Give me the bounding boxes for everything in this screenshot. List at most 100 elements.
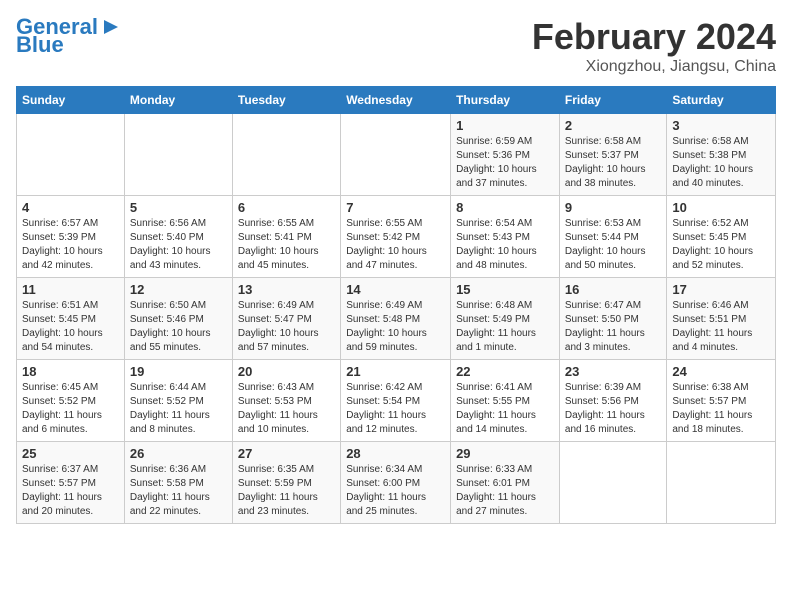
- day-info: Sunrise: 6:55 AM Sunset: 5:42 PM Dayligh…: [346, 217, 445, 273]
- day-info: Sunrise: 6:57 AM Sunset: 5:39 PM Dayligh…: [22, 217, 119, 273]
- weekday-header-wednesday: Wednesday: [341, 87, 451, 114]
- calendar-day-cell: [667, 442, 776, 524]
- calendar-week-row: 18 Sunrise: 6:45 AM Sunset: 5:52 PM Dayli…: [17, 360, 776, 442]
- calendar-day-cell: [232, 114, 340, 196]
- day-info: Sunrise: 6:56 AM Sunset: 5:40 PM Dayligh…: [130, 217, 227, 273]
- calendar-day-cell: 21Sunrise: 6:42 AM Sunset: 5:54 PM Dayli…: [341, 360, 451, 442]
- calendar-month-year: February 2024: [532, 16, 776, 58]
- calendar-day-cell: [559, 442, 666, 524]
- calendar-day-cell: [341, 114, 451, 196]
- day-number: 28: [346, 446, 445, 461]
- calendar-day-cell: 19Sunrise: 6:44 AM Sunset: 5:52 PM Dayli…: [124, 360, 232, 442]
- calendar-day-cell: 8 Sunrise: 6:54 AM Sunset: 5:43 PM Daylig…: [451, 196, 560, 278]
- day-number: 27: [238, 446, 335, 461]
- page-header: General Blue February 2024 Xiongzhou, Ji…: [16, 16, 776, 76]
- day-number: 12: [130, 282, 227, 297]
- weekday-header-row: SundayMondayTuesdayWednesdayThursdayFrid…: [17, 87, 776, 114]
- day-info: Sunrise: 6:37 AM Sunset: 5:57 PM Dayligh…: [22, 463, 119, 519]
- day-number: 4: [22, 200, 119, 215]
- calendar-day-cell: 24Sunrise: 6:38 AM Sunset: 5:57 PM Dayli…: [667, 360, 776, 442]
- calendar-week-row: 25 Sunrise: 6:37 AM Sunset: 5:57 PM Dayli…: [17, 442, 776, 524]
- day-info: Sunrise: 6:45 AM Sunset: 5:52 PM Dayligh…: [22, 381, 119, 437]
- calendar-day-cell: 28 Sunrise: 6:34 AM Sunset: 6:00 PM Dayli…: [341, 442, 451, 524]
- calendar-day-cell: 11 Sunrise: 6:51 AM Sunset: 5:45 PM Dayli…: [17, 278, 125, 360]
- calendar-day-cell: 15 Sunrise: 6:48 AM Sunset: 5:49 PM Dayli…: [451, 278, 560, 360]
- day-info: Sunrise: 6:39 AM Sunset: 5:56 PM Dayligh…: [565, 381, 661, 437]
- calendar-day-cell: 3Sunrise: 6:58 AM Sunset: 5:38 PM Daylig…: [667, 114, 776, 196]
- day-info: Sunrise: 6:53 AM Sunset: 5:44 PM Dayligh…: [565, 217, 661, 273]
- day-number: 5: [130, 200, 227, 215]
- day-number: 26: [130, 446, 227, 461]
- day-number: 17: [672, 282, 770, 297]
- calendar-day-cell: 22 Sunrise: 6:41 AM Sunset: 5:55 PM Dayli…: [451, 360, 560, 442]
- weekday-header-tuesday: Tuesday: [232, 87, 340, 114]
- day-info: Sunrise: 6:58 AM Sunset: 5:37 PM Dayligh…: [565, 135, 661, 191]
- day-number: 20: [238, 364, 335, 379]
- day-number: 19: [130, 364, 227, 379]
- calendar-day-cell: 20 Sunrise: 6:43 AM Sunset: 5:53 PM Dayli…: [232, 360, 340, 442]
- day-number: 16: [565, 282, 661, 297]
- logo-arrow-icon: [100, 16, 122, 38]
- day-number: 7: [346, 200, 445, 215]
- day-info: Sunrise: 6:41 AM Sunset: 5:55 PM Dayligh…: [456, 381, 554, 437]
- day-info: Sunrise: 6:34 AM Sunset: 6:00 PM Dayligh…: [346, 463, 445, 519]
- day-info: Sunrise: 6:49 AM Sunset: 5:47 PM Dayligh…: [238, 299, 335, 355]
- day-info: Sunrise: 6:52 AM Sunset: 5:45 PM Dayligh…: [672, 217, 770, 273]
- weekday-header-monday: Monday: [124, 87, 232, 114]
- day-info: Sunrise: 6:38 AM Sunset: 5:57 PM Dayligh…: [672, 381, 770, 437]
- day-info: Sunrise: 6:55 AM Sunset: 5:41 PM Dayligh…: [238, 217, 335, 273]
- calendar-day-cell: 2 Sunrise: 6:58 AM Sunset: 5:37 PM Daylig…: [559, 114, 666, 196]
- day-info: Sunrise: 6:49 AM Sunset: 5:48 PM Dayligh…: [346, 299, 445, 355]
- day-number: 22: [456, 364, 554, 379]
- day-number: 18: [22, 364, 119, 379]
- calendar-day-cell: 6 Sunrise: 6:55 AM Sunset: 5:41 PM Daylig…: [232, 196, 340, 278]
- day-info: Sunrise: 6:54 AM Sunset: 5:43 PM Dayligh…: [456, 217, 554, 273]
- day-info: Sunrise: 6:33 AM Sunset: 6:01 PM Dayligh…: [456, 463, 554, 519]
- weekday-header-friday: Friday: [559, 87, 666, 114]
- day-info: Sunrise: 6:47 AM Sunset: 5:50 PM Dayligh…: [565, 299, 661, 355]
- calendar-title-block: February 2024 Xiongzhou, Jiangsu, China: [532, 16, 776, 76]
- calendar-day-cell: 26 Sunrise: 6:36 AM Sunset: 5:58 PM Dayli…: [124, 442, 232, 524]
- calendar-day-cell: 14 Sunrise: 6:49 AM Sunset: 5:48 PM Dayli…: [341, 278, 451, 360]
- calendar-table: SundayMondayTuesdayWednesdayThursdayFrid…: [16, 86, 776, 524]
- calendar-day-cell: [124, 114, 232, 196]
- day-info: Sunrise: 6:51 AM Sunset: 5:45 PM Dayligh…: [22, 299, 119, 355]
- weekday-header-saturday: Saturday: [667, 87, 776, 114]
- day-info: Sunrise: 6:35 AM Sunset: 5:59 PM Dayligh…: [238, 463, 335, 519]
- day-number: 1: [456, 118, 554, 133]
- calendar-week-row: 4 Sunrise: 6:57 AM Sunset: 5:39 PM Daylig…: [17, 196, 776, 278]
- day-info: Sunrise: 6:48 AM Sunset: 5:49 PM Dayligh…: [456, 299, 554, 355]
- day-number: 15: [456, 282, 554, 297]
- calendar-day-cell: 10 Sunrise: 6:52 AM Sunset: 5:45 PM Dayli…: [667, 196, 776, 278]
- calendar-week-row: 11 Sunrise: 6:51 AM Sunset: 5:45 PM Dayli…: [17, 278, 776, 360]
- day-info: Sunrise: 6:36 AM Sunset: 5:58 PM Dayligh…: [130, 463, 227, 519]
- day-number: 8: [456, 200, 554, 215]
- calendar-day-cell: 7 Sunrise: 6:55 AM Sunset: 5:42 PM Daylig…: [341, 196, 451, 278]
- calendar-body: 1 Sunrise: 6:59 AM Sunset: 5:36 PM Daylig…: [17, 114, 776, 524]
- calendar-day-cell: 13Sunrise: 6:49 AM Sunset: 5:47 PM Dayli…: [232, 278, 340, 360]
- day-number: 23: [565, 364, 661, 379]
- calendar-day-cell: 12 Sunrise: 6:50 AM Sunset: 5:46 PM Dayli…: [124, 278, 232, 360]
- calendar-day-cell: 27 Sunrise: 6:35 AM Sunset: 5:59 PM Dayli…: [232, 442, 340, 524]
- calendar-day-cell: [17, 114, 125, 196]
- calendar-day-cell: 4 Sunrise: 6:57 AM Sunset: 5:39 PM Daylig…: [17, 196, 125, 278]
- day-number: 11: [22, 282, 119, 297]
- day-info: Sunrise: 6:43 AM Sunset: 5:53 PM Dayligh…: [238, 381, 335, 437]
- day-info: Sunrise: 6:46 AM Sunset: 5:51 PM Dayligh…: [672, 299, 770, 355]
- day-number: 10: [672, 200, 770, 215]
- calendar-day-cell: 18 Sunrise: 6:45 AM Sunset: 5:52 PM Dayli…: [17, 360, 125, 442]
- day-number: 14: [346, 282, 445, 297]
- day-number: 21: [346, 364, 445, 379]
- day-number: 25: [22, 446, 119, 461]
- day-info: Sunrise: 6:59 AM Sunset: 5:36 PM Dayligh…: [456, 135, 554, 191]
- weekday-header-sunday: Sunday: [17, 87, 125, 114]
- day-number: 2: [565, 118, 661, 133]
- weekday-header-thursday: Thursday: [451, 87, 560, 114]
- calendar-day-cell: 29Sunrise: 6:33 AM Sunset: 6:01 PM Dayli…: [451, 442, 560, 524]
- calendar-day-cell: 17 Sunrise: 6:46 AM Sunset: 5:51 PM Dayli…: [667, 278, 776, 360]
- day-number: 6: [238, 200, 335, 215]
- logo-text-2: Blue: [16, 34, 64, 56]
- day-info: Sunrise: 6:50 AM Sunset: 5:46 PM Dayligh…: [130, 299, 227, 355]
- calendar-day-cell: 9Sunrise: 6:53 AM Sunset: 5:44 PM Daylig…: [559, 196, 666, 278]
- calendar-day-cell: 1 Sunrise: 6:59 AM Sunset: 5:36 PM Daylig…: [451, 114, 560, 196]
